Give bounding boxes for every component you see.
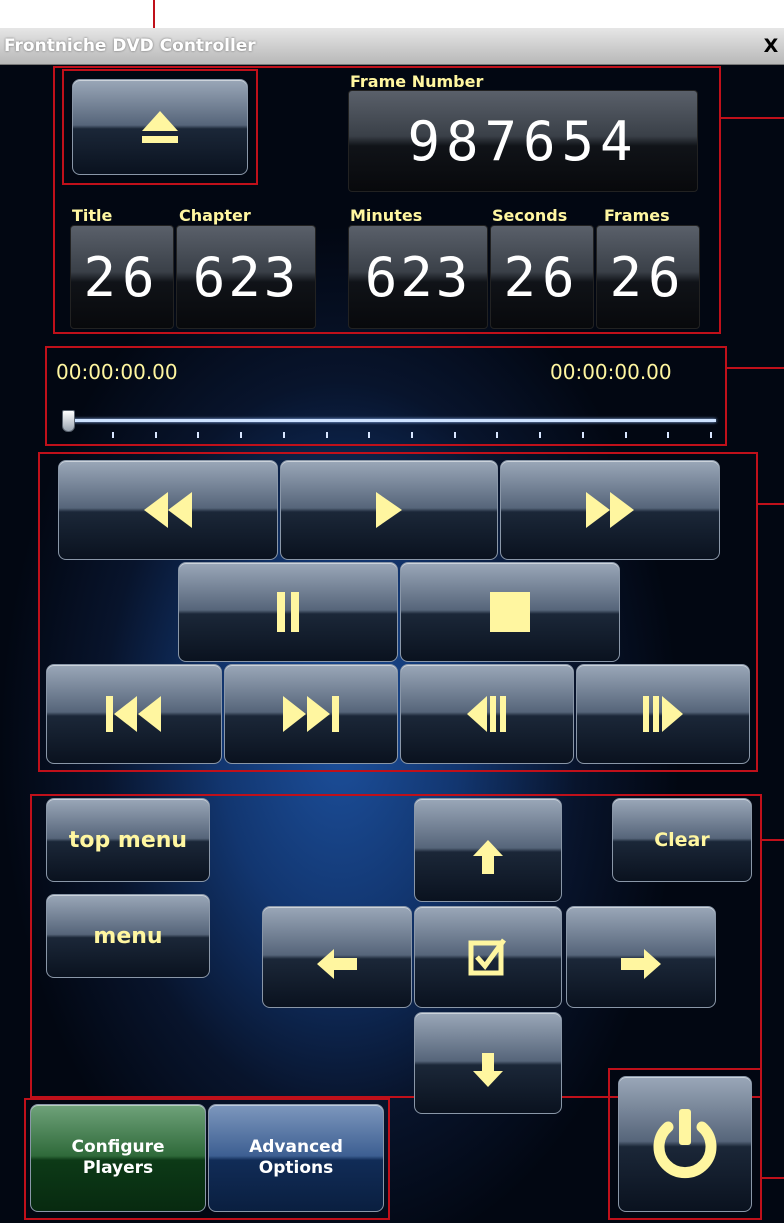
nav-right-button[interactable]: [566, 906, 716, 1008]
step-forward-button[interactable]: [576, 664, 750, 764]
title-value: 26: [83, 245, 161, 309]
minutes-display: 623: [348, 225, 488, 329]
skip-previous-button[interactable]: [46, 664, 222, 764]
title-label: Title: [72, 206, 113, 225]
nav-up-button[interactable]: [414, 798, 562, 902]
timeline-tick: [624, 432, 627, 438]
right-arrow-icon: [621, 949, 661, 979]
nav-left-button[interactable]: [262, 906, 412, 1008]
skip-next-button[interactable]: [224, 664, 398, 764]
annotation-pointer: [761, 839, 784, 841]
timeline-tick: [197, 432, 200, 438]
play-button[interactable]: [280, 460, 498, 560]
step-back-icon: [467, 696, 506, 732]
timeline-thumb[interactable]: [62, 410, 75, 432]
frame-number-value: 987654: [407, 109, 639, 173]
frames-display: 26: [596, 225, 700, 329]
frame-number-display: 987654: [348, 90, 698, 192]
nav-down-button[interactable]: [414, 1012, 562, 1114]
timeline-tick: [411, 432, 413, 438]
eject-button[interactable]: [72, 79, 248, 175]
timeline-track[interactable]: [68, 419, 716, 422]
stop-button[interactable]: [400, 562, 620, 662]
left-arrow-icon: [317, 949, 357, 979]
title-bar[interactable]: Frontniche DVD Controller X: [0, 28, 784, 65]
timeline-tick: [325, 432, 328, 438]
start-time: 00:00:00.00: [56, 360, 178, 384]
fast-forward-button[interactable]: [500, 460, 720, 560]
window-title: Frontniche DVD Controller: [4, 36, 256, 56]
configure-players-label: Configure Players: [71, 1137, 165, 1178]
select-check-icon: [468, 938, 507, 976]
power-button[interactable]: [618, 1076, 752, 1212]
seconds-label: Seconds: [492, 206, 568, 225]
annotation-pointer: [726, 367, 784, 369]
play-icon: [376, 492, 402, 528]
minutes-value: 623: [364, 245, 472, 309]
seconds-display: 26: [490, 225, 594, 329]
chapter-value: 623: [192, 245, 300, 309]
top-menu-button[interactable]: top menu: [46, 798, 210, 882]
rewind-button[interactable]: [58, 460, 278, 560]
minutes-label: Minutes: [350, 206, 423, 225]
down-arrow-icon: [473, 1053, 503, 1087]
advanced-options-label: Advanced Options: [249, 1137, 343, 1178]
timeline-tick: [154, 432, 157, 438]
pause-button[interactable]: [178, 562, 398, 662]
configure-players-button[interactable]: Configure Players: [30, 1104, 206, 1212]
timeline-tick: [240, 432, 243, 438]
nav-select-button[interactable]: [414, 906, 562, 1008]
power-icon: [653, 1109, 717, 1179]
timeline-tick: [581, 432, 584, 438]
end-time: 00:00:00.00: [550, 360, 672, 384]
timeline-tick: [496, 432, 499, 438]
timeline-tick: [368, 432, 371, 438]
annotation-pointer: [757, 503, 784, 505]
chapter-label: Chapter: [179, 206, 251, 225]
timeline-tick: [282, 432, 285, 438]
menu-button[interactable]: menu: [46, 894, 210, 978]
timeline-tick: [112, 432, 114, 438]
fast-forward-icon: [586, 492, 634, 528]
eject-icon: [142, 111, 178, 143]
clear-label: Clear: [654, 829, 710, 851]
timeline-tick: [667, 432, 670, 438]
frames-label: Frames: [604, 206, 670, 225]
frame-number-label: Frame Number: [350, 72, 484, 91]
timeline-tick: [539, 432, 542, 438]
frames-value: 26: [609, 245, 687, 309]
title-display: 26: [70, 225, 174, 329]
menu-label: menu: [93, 923, 163, 949]
annotation-pointer: [720, 117, 784, 119]
stop-icon: [490, 592, 530, 632]
clear-button[interactable]: Clear: [612, 798, 752, 882]
top-menu-label: top menu: [68, 827, 188, 853]
annotation-pointer: [761, 1177, 784, 1179]
pause-icon: [277, 592, 299, 632]
rewind-icon: [144, 492, 192, 528]
close-button[interactable]: X: [760, 35, 782, 57]
skip-previous-icon: [106, 696, 161, 732]
advanced-options-button[interactable]: Advanced Options: [208, 1104, 384, 1212]
seconds-value: 26: [503, 245, 581, 309]
step-forward-icon: [643, 696, 683, 732]
chapter-display: 623: [176, 225, 316, 329]
up-arrow-icon: [473, 840, 503, 874]
step-back-button[interactable]: [400, 664, 574, 764]
timeline-tick: [453, 432, 456, 438]
timeline-tick: [710, 432, 712, 438]
skip-next-icon: [283, 696, 339, 732]
